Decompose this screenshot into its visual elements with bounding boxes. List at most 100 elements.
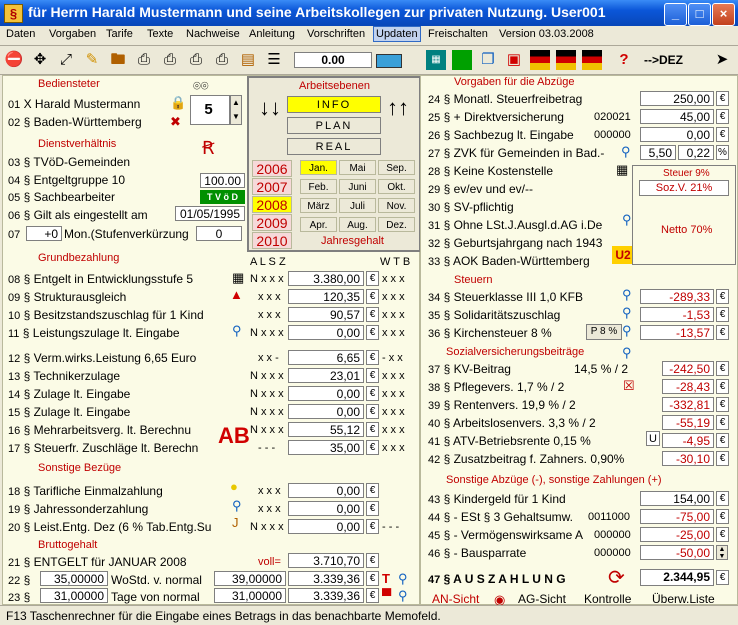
- row-value[interactable]: -28,43: [662, 379, 714, 394]
- stufe-offset[interactable]: +0: [26, 226, 62, 241]
- spinner-arrows-icon[interactable]: ▲ ▼: [230, 95, 242, 125]
- flag-de-icon[interactable]: [530, 50, 550, 70]
- archive-icon[interactable]: ▤: [238, 50, 258, 70]
- row-value[interactable]: 3.380,00: [288, 271, 364, 286]
- calendar-icon[interactable]: ▀: [382, 589, 391, 603]
- mode-info[interactable]: INFO: [287, 96, 381, 113]
- month-mai[interactable]: Mai: [339, 160, 376, 175]
- month-apr[interactable]: Apr.: [300, 217, 337, 232]
- kirchensteuer-tag[interactable]: P 8 %: [586, 324, 622, 340]
- row-47[interactable]: 47 § A U S Z A H L U N G: [428, 572, 566, 586]
- tools-icon[interactable]: ✎: [82, 50, 102, 70]
- row-41[interactable]: 41 § ATV-Betriebsrente 0,15 %: [428, 434, 591, 448]
- row-value[interactable]: -4,95: [662, 433, 714, 448]
- view-kontrolle[interactable]: Kontrolle: [584, 592, 631, 606]
- row-value[interactable]: 45,00: [640, 109, 714, 124]
- row-27[interactable]: 27 § ZVK für Gemeinden in Bad.-: [428, 146, 604, 160]
- wochenstunden-value[interactable]: 35,00000: [40, 571, 108, 586]
- row-11[interactable]: 11 § Leistungszulage lt. Eingabe: [8, 326, 180, 340]
- entgeltgruppe-value[interactable]: 100.00: [200, 173, 245, 188]
- row-39[interactable]: 39 § Rentenvers. 19,9 % / 2: [428, 398, 576, 412]
- folder-icon[interactable]: 🖿: [108, 50, 128, 70]
- row-value[interactable]: 0,00: [288, 404, 364, 419]
- row-10[interactable]: 10 § Besitzstandszuschlag für 1 Kind: [8, 308, 204, 322]
- person-icon[interactable]: Ꞧ: [202, 139, 215, 157]
- row-37[interactable]: 37 § KV-Beitrag: [428, 362, 511, 376]
- move-icon[interactable]: ✥: [30, 50, 50, 70]
- ab-icon[interactable]: AB: [218, 423, 250, 449]
- atv-tag[interactable]: U: [646, 431, 660, 446]
- row-42[interactable]: 42 § Zusatzbeitrag f. Zahners. 0,90%: [428, 452, 624, 466]
- row-value[interactable]: 0,00: [288, 501, 364, 516]
- zvk-rate[interactable]: 5,50: [640, 145, 676, 160]
- search-4-icon[interactable]: ⚲: [398, 589, 408, 603]
- checkbox-icon[interactable]: ☒: [623, 379, 635, 393]
- search-10-icon[interactable]: ⚲: [622, 346, 632, 360]
- row-02[interactable]: 02 § Baden-Württemberg: [8, 115, 142, 129]
- menu-nachweise[interactable]: Nachweise: [186, 28, 240, 40]
- row-23[interactable]: 23 §: [8, 590, 30, 604]
- table-icon[interactable]: ▦: [232, 271, 244, 285]
- r23-value[interactable]: 3.339,36: [288, 588, 364, 603]
- row-26[interactable]: 26 § Sachbezug lt. Eingabe: [428, 128, 574, 142]
- row-01[interactable]: 01 X Harald Mustermann: [8, 97, 140, 111]
- row-35[interactable]: 35 § Solidaritätszuschlag: [428, 308, 560, 322]
- printer-icon[interactable]: ⎙: [134, 50, 154, 70]
- row-13[interactable]: 13 § Technikerzulage: [8, 369, 120, 383]
- row-38[interactable]: 38 § Pflegevers. 1,7 % / 2: [428, 380, 564, 394]
- mode-real[interactable]: REAL: [287, 138, 381, 155]
- row-value[interactable]: 6,65: [288, 350, 364, 365]
- row-value[interactable]: 120,35: [288, 289, 364, 304]
- row-20[interactable]: 20 § Leist.Entg. Dez (6 % Tab.Entg.Su: [8, 520, 211, 534]
- binoculars-icon[interactable]: ⌾⌾: [193, 79, 209, 93]
- arrow-right-icon[interactable]: ➤: [712, 50, 732, 70]
- arrows-down-icon[interactable]: ↓↓: [253, 94, 287, 154]
- grid-icon[interactable]: ▦: [426, 50, 446, 70]
- search-9-icon[interactable]: ⚲: [622, 324, 632, 338]
- row-value[interactable]: -242,50: [662, 361, 714, 376]
- row-value[interactable]: -1,53: [640, 307, 714, 322]
- toolbar-amount[interactable]: 0.00: [294, 52, 372, 68]
- printer-4-icon[interactable]: ⎙: [212, 50, 232, 70]
- j-icon[interactable]: J: [232, 516, 239, 530]
- row-value[interactable]: 250,00: [640, 91, 714, 106]
- stop-icon[interactable]: ⛔: [4, 50, 24, 70]
- row-value[interactable]: -25,00: [640, 527, 714, 542]
- row-33[interactable]: 33 § AOK Baden-Württemberg: [428, 254, 590, 268]
- menu-tarife[interactable]: Tarife: [106, 28, 133, 40]
- menu-vorgaben[interactable]: Vorgaben: [49, 28, 96, 40]
- row-21[interactable]: 21 § ENTGELT für JANUAR 2008: [8, 555, 187, 569]
- calculator-icon[interactable]: [376, 54, 402, 68]
- tage-normal-value[interactable]: 31,00000: [214, 588, 286, 603]
- row-03[interactable]: 03 § TVöD-Gemeinden: [8, 155, 130, 169]
- year-2009[interactable]: 2009: [252, 214, 292, 231]
- month-aug[interactable]: Aug.: [339, 217, 376, 232]
- menu-daten[interactable]: Daten: [6, 28, 35, 40]
- month-maerz[interactable]: März: [300, 198, 337, 213]
- search-5-icon[interactable]: ⚲: [621, 145, 631, 159]
- view-an-sicht[interactable]: AN-Sicht: [432, 592, 479, 606]
- month-juli[interactable]: Juli: [339, 198, 376, 213]
- row-45[interactable]: 45 § - Vermögenswirksame A: [428, 528, 583, 542]
- row-43[interactable]: 43 § Kindergeld für 1 Kind: [428, 492, 566, 506]
- row-06[interactable]: 06 § Gilt als eingestellt am: [8, 208, 148, 222]
- row-46[interactable]: 46 § - Bausparrate: [428, 546, 526, 560]
- search-3-icon[interactable]: ⚲: [398, 572, 408, 586]
- row-value[interactable]: -13,57: [640, 325, 714, 340]
- row-04[interactable]: 04 § Entgeltgruppe 10: [8, 173, 125, 187]
- flag-de-3-icon[interactable]: [582, 50, 602, 70]
- row-value[interactable]: 90,57: [288, 307, 364, 322]
- row-value[interactable]: 0,00: [640, 127, 714, 142]
- row-value[interactable]: -75,00: [640, 509, 714, 524]
- pdf-icon[interactable]: ▣: [504, 50, 524, 70]
- wostd-normal-value[interactable]: 39,00000: [214, 571, 286, 586]
- row-value[interactable]: 0,00: [288, 483, 364, 498]
- row-17[interactable]: 17 § Steuerfr. Zuschläge lt. Berechn: [8, 441, 198, 455]
- row-24[interactable]: 24 § Monatl. Steuerfreibetrag: [428, 92, 582, 106]
- month-nov[interactable]: Nov.: [378, 198, 415, 213]
- eingestellt-date[interactable]: 01/05/1995: [175, 206, 245, 221]
- row-30[interactable]: 30 § SV-pflichtig: [428, 200, 514, 214]
- row-32[interactable]: 32 § Geburtsjahrgang nach 1943: [428, 236, 602, 250]
- printer-3-icon[interactable]: ⎙: [186, 50, 206, 70]
- view-ueberw-liste[interactable]: Überw.Liste: [652, 592, 715, 606]
